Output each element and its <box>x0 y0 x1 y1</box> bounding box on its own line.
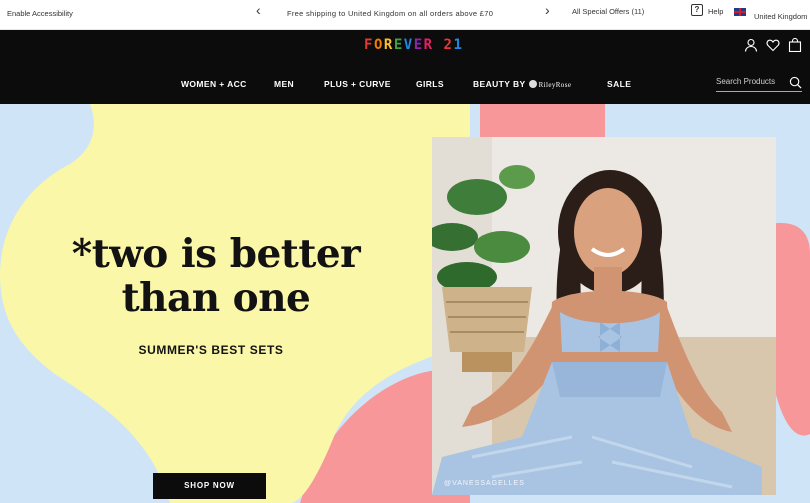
nav-women-acc[interactable]: WOMEN + ACC <box>181 79 247 89</box>
nav-beauty-label: BEAUTY BY <box>473 79 526 89</box>
nav-plus-curve[interactable]: PLUS + CURVE <box>324 79 391 89</box>
chevron-left-icon[interactable]: ‹ <box>256 3 261 17</box>
hero-subheading: SUMMER'S BEST SETS <box>138 343 284 357</box>
site-logo[interactable]: FOREVER 21 <box>364 37 463 53</box>
hero-banner[interactable]: *two is better than one SUMMER'S BEST SE… <box>0 104 810 503</box>
search-field[interactable]: Search Products <box>716 76 802 92</box>
uk-flag-icon[interactable] <box>734 8 746 16</box>
promo-banner-text[interactable]: Free shipping to United Kingdom on all o… <box>287 9 493 18</box>
hero-headline-line2: than one <box>121 275 311 321</box>
hero-model-photo[interactable]: @VANESSAGELLES <box>432 137 776 495</box>
search-input[interactable]: Search Products <box>716 77 775 86</box>
help-icon[interactable]: ? <box>691 4 703 16</box>
utility-bar: Enable Accessibility ‹ Free shipping to … <box>0 0 810 30</box>
nav-beauty-riley-rose[interactable]: BEAUTY BY RileyRose <box>473 79 571 89</box>
account-icon[interactable] <box>744 38 758 52</box>
nav-sale[interactable]: SALE <box>607 79 631 89</box>
country-selector[interactable]: United Kingdom <box>754 12 807 21</box>
photo-credit: @VANESSAGELLES <box>444 480 525 487</box>
site-header: FOREVER 21 WOMEN + ACC MEN PLUS + CURVE … <box>0 30 810 104</box>
shopping-bag-icon[interactable] <box>788 38 802 52</box>
hero-headline: *two is better than one <box>66 232 366 320</box>
chevron-right-icon[interactable]: › <box>545 3 550 17</box>
wishlist-heart-icon[interactable] <box>766 38 780 52</box>
special-offers-link[interactable]: All Special Offers (11) <box>572 7 644 16</box>
model-illustration <box>432 137 776 495</box>
enable-accessibility-link[interactable]: Enable Accessibility <box>7 9 73 18</box>
riley-rose-brand: RileyRose <box>538 81 572 89</box>
nav-girls[interactable]: GIRLS <box>416 79 444 89</box>
help-link[interactable]: Help <box>708 7 723 16</box>
hero-headline-line1: *two is better <box>71 231 361 277</box>
riley-rose-logo-icon <box>528 80 537 88</box>
search-icon[interactable] <box>789 76 802 89</box>
shop-now-button[interactable]: SHOP NOW <box>153 473 266 499</box>
nav-men[interactable]: MEN <box>274 79 294 89</box>
